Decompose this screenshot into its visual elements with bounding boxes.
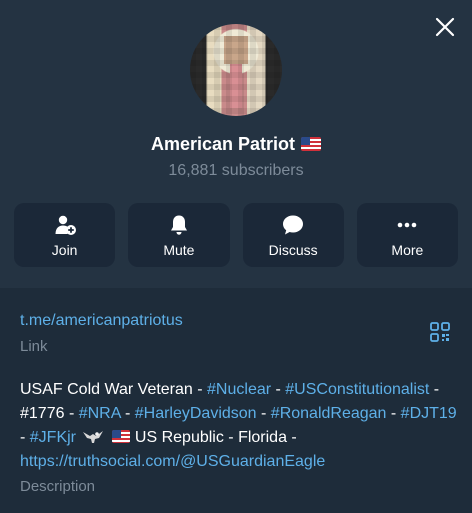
hashtag-link[interactable]: #JFKjr [30, 429, 76, 446]
discuss-button[interactable]: Discuss [242, 203, 344, 267]
mute-label: Mute [163, 241, 195, 258]
desc-text: - [120, 405, 135, 422]
more-button[interactable]: More [356, 203, 458, 267]
channel-title-row: American Patriot [0, 134, 472, 155]
channel-header: American Patriot 16,881 subscribers Join… [0, 0, 472, 288]
channel-title: American Patriot [150, 134, 296, 154]
hashtag-link[interactable]: #DJT19 [401, 405, 457, 422]
close-icon[interactable] [432, 14, 458, 40]
description-url-link[interactable]: https://truthsocial.com/@USGuardianEagle [20, 453, 325, 470]
qr-code-icon[interactable] [430, 322, 450, 342]
avatar [190, 24, 282, 116]
mute-button[interactable]: Mute [128, 203, 230, 267]
link-label: Link [20, 338, 48, 355]
desc-text: - [256, 405, 271, 422]
desc-text: USAF Cold War Veteran - [20, 381, 208, 398]
more-icon [398, 222, 417, 227]
hashtag-link[interactable]: #Nuclear [207, 381, 271, 398]
desc-text: US Republic - Florida - [130, 429, 297, 446]
join-icon [55, 215, 76, 235]
hashtag-link[interactable]: #RonaldReagan [271, 405, 387, 422]
description-label: Description [20, 478, 96, 495]
desc-text: - [386, 405, 401, 422]
us-flag-icon [301, 137, 322, 151]
us-flag-icon [112, 430, 131, 443]
eagle-icon [83, 431, 104, 443]
hashtag-link[interactable]: #HarleyDavidson [135, 405, 257, 422]
channel-link[interactable]: t.me/americanpatriotus [20, 312, 183, 330]
join-label: Join [51, 241, 78, 258]
action-bar: Join Mute Discuss More [14, 203, 458, 267]
more-label: More [391, 241, 424, 258]
channel-info: t.me/americanpatriotus Link USAF Cold Wa… [0, 288, 472, 513]
desc-text: - [20, 429, 30, 446]
bell-icon [170, 215, 187, 235]
chat-icon [283, 215, 304, 234]
discuss-label: Discuss [268, 241, 318, 258]
subscriber-count: 16,881 subscribers [168, 162, 304, 179]
hashtag-link[interactable]: #USConstitutionalist [285, 381, 429, 398]
channel-description: USAF Cold War Veteran - #Nuclear - #USCo… [20, 378, 460, 474]
desc-text: - [271, 381, 286, 398]
hashtag-link[interactable]: #NRA [79, 405, 121, 422]
join-button[interactable]: Join [14, 203, 116, 267]
